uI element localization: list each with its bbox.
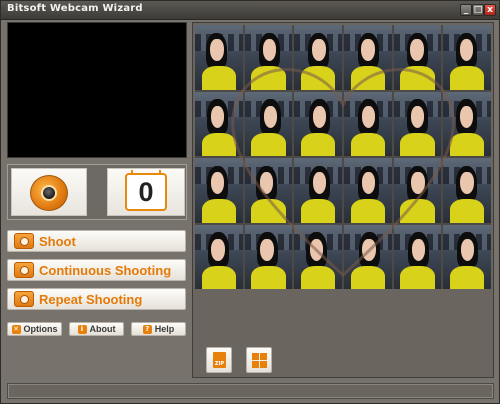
photo-thumbnail[interactable] xyxy=(294,158,342,223)
photo-thumbnail[interactable] xyxy=(294,224,342,289)
photo-thumbnail[interactable] xyxy=(195,25,243,90)
wrench-icon: ✕ xyxy=(11,324,21,334)
photo-thumbnail[interactable] xyxy=(443,158,491,223)
continuous-shooting-button[interactable]: Continuous Shooting xyxy=(7,259,186,281)
camera-burst-icon xyxy=(14,262,34,278)
help-icon: ? xyxy=(142,324,152,334)
photo-grid xyxy=(195,25,491,289)
photo-thumbnail[interactable] xyxy=(244,91,293,156)
photo-thumbnail[interactable] xyxy=(294,25,342,90)
photo-thumbnail[interactable] xyxy=(393,224,442,289)
zip-archive-icon xyxy=(213,352,226,368)
shot-counter-panel: 0 xyxy=(7,164,187,220)
photo-thumbnail[interactable] xyxy=(244,25,293,90)
photo-thumbnail[interactable] xyxy=(344,25,392,90)
shoot-button[interactable]: Shoot xyxy=(7,230,186,252)
about-label: About xyxy=(89,324,116,334)
photo-thumbnail[interactable] xyxy=(393,25,442,90)
webcam-eye-icon xyxy=(30,175,68,211)
repeat-shooting-label: Repeat Shooting xyxy=(39,291,143,307)
window-title: Bitsoft Webcam Wizard xyxy=(7,3,143,14)
camera-repeat-icon xyxy=(14,291,34,307)
continuous-shooting-label: Continuous Shooting xyxy=(39,262,172,278)
grid-layout-icon xyxy=(252,353,267,368)
title-bar[interactable]: Bitsoft Webcam Wizard _ □ x xyxy=(1,1,499,20)
photo-thumbnail[interactable] xyxy=(344,91,392,156)
minimize-button[interactable]: _ xyxy=(460,4,472,16)
photo-thumbnail[interactable] xyxy=(294,91,342,156)
webcam-tile xyxy=(11,168,87,216)
photo-thumbnail[interactable] xyxy=(244,224,293,289)
help-label: Help xyxy=(154,324,175,334)
photo-thumbnail[interactable] xyxy=(393,91,442,156)
options-button[interactable]: ✕ Options xyxy=(7,322,62,336)
counter-tile: 0 xyxy=(107,168,185,216)
options-label: Options xyxy=(23,324,58,334)
app-window: Bitsoft Webcam Wizard _ □ x 0 Shoot Cont… xyxy=(0,0,500,404)
photo-thumbnail[interactable] xyxy=(443,91,491,156)
photo-thumbnail[interactable] xyxy=(393,158,442,223)
about-button[interactable]: i About xyxy=(69,322,124,336)
save-zip-button[interactable] xyxy=(206,347,232,373)
photo-thumbnail[interactable] xyxy=(244,158,293,223)
grid-layout-button[interactable] xyxy=(246,347,272,373)
photo-thumbnail[interactable] xyxy=(195,224,243,289)
camera-icon xyxy=(14,233,34,249)
info-icon: i xyxy=(77,324,87,334)
maximize-button[interactable]: □ xyxy=(472,4,484,16)
photo-thumbnail[interactable] xyxy=(195,91,243,156)
webcam-preview xyxy=(7,22,187,158)
photo-thumbnail[interactable] xyxy=(344,224,392,289)
photo-thumbnail[interactable] xyxy=(195,158,243,223)
shot-count: 0 xyxy=(125,170,167,211)
photo-thumbnail[interactable] xyxy=(443,25,491,90)
shoot-button-label: Shoot xyxy=(39,233,76,249)
close-button[interactable]: x xyxy=(484,4,496,16)
repeat-shooting-button[interactable]: Repeat Shooting xyxy=(7,288,186,310)
photo-gallery-panel xyxy=(192,22,494,378)
photo-thumbnail[interactable] xyxy=(344,158,392,223)
photo-thumbnail[interactable] xyxy=(443,224,491,289)
status-bar xyxy=(7,383,494,399)
help-button[interactable]: ? Help xyxy=(131,322,186,336)
